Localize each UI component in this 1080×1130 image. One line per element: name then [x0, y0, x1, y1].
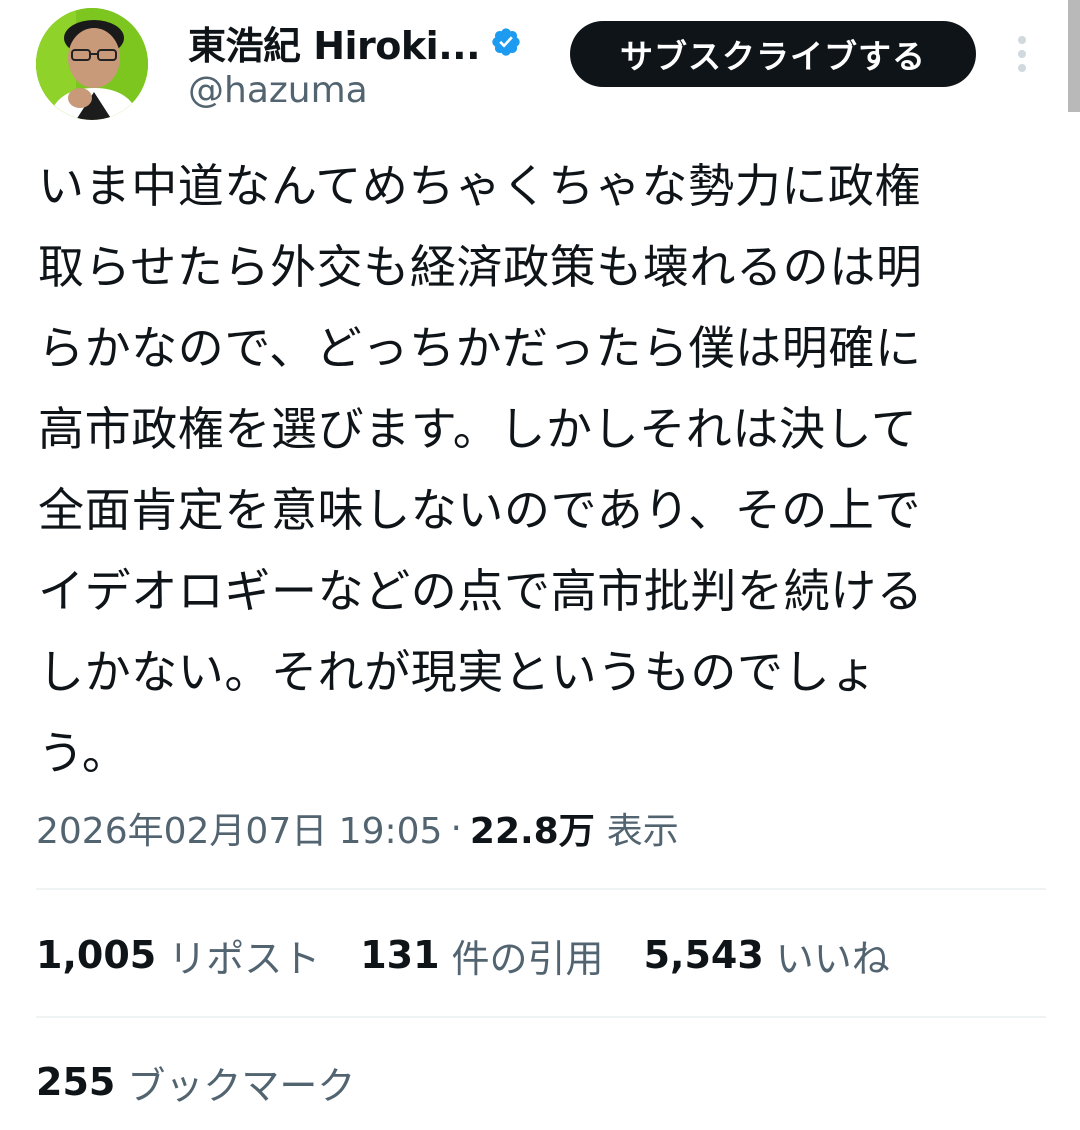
- likes-label: いいね: [775, 936, 890, 981]
- bookmarks-stat[interactable]: 255 ブックマーク: [36, 1052, 355, 1112]
- more-vertical-icon[interactable]: [1008, 34, 1036, 74]
- quotes-stat[interactable]: 131 件の引用: [360, 928, 603, 983]
- verified-badge-icon: [490, 26, 522, 58]
- bookmarks-count: 255: [36, 1060, 116, 1104]
- tweet-text: いま中道なんてめちゃくちゃな勢力に政権 取らせたら外交も経済政策も壊れるのは明 …: [38, 159, 924, 780]
- engagement-stats: 1,005 リポスト 131 件の引用 5,543 いいね: [36, 925, 930, 985]
- subscribe-button[interactable]: サブスクライブする: [570, 21, 976, 87]
- views-label[interactable]: 表示: [607, 802, 679, 854]
- scrollbar[interactable]: [1068, 0, 1080, 112]
- bookmarks-label: ブックマーク: [127, 1063, 356, 1108]
- likes-count: 5,543: [643, 933, 764, 977]
- reposts-stat[interactable]: 1,005 リポスト: [36, 928, 320, 983]
- views-count[interactable]: 22.8万: [470, 802, 595, 854]
- author-name-row[interactable]: 東浩紀 Hiroki...: [188, 14, 522, 70]
- quotes-label: 件の引用: [451, 936, 604, 981]
- likes-stat[interactable]: 5,543 いいね: [644, 928, 890, 983]
- reposts-count: 1,005: [36, 933, 157, 977]
- reposts-label: リポスト: [168, 936, 321, 981]
- tweet-meta: 2026年02月07日 19:05 · 22.8万 表示: [36, 800, 679, 856]
- meta-separator: ·: [450, 807, 462, 849]
- display-name[interactable]: 東浩紀 Hiroki...: [188, 15, 481, 70]
- tweet-timestamp[interactable]: 2026年02月07日 19:05: [36, 802, 442, 854]
- divider: [36, 888, 1046, 890]
- avatar[interactable]: [36, 8, 148, 120]
- author-handle[interactable]: @hazuma: [188, 70, 368, 111]
- divider: [36, 1016, 1046, 1018]
- quotes-count: 131: [360, 933, 440, 977]
